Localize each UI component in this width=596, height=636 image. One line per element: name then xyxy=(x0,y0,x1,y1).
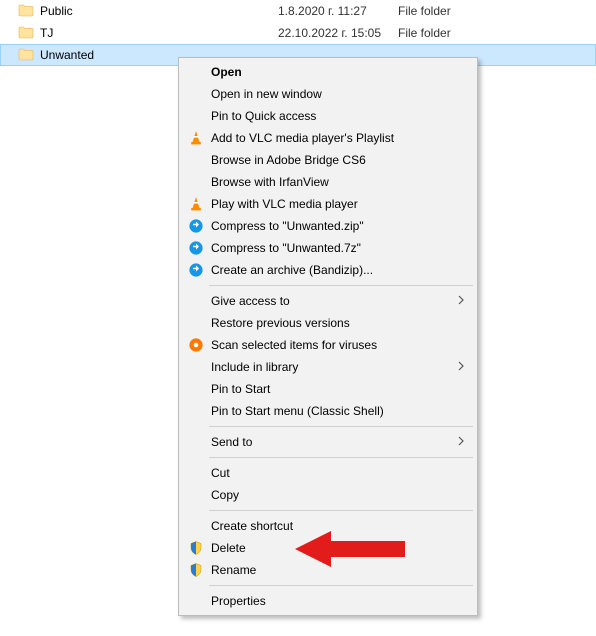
menu-item-properties[interactable]: Properties xyxy=(181,590,475,612)
menu-item-add-to-vlc-media-player-s-playlist[interactable]: Add to VLC media player's Playlist xyxy=(181,127,475,149)
avast-icon xyxy=(187,336,205,354)
file-name: Unwanted xyxy=(40,48,94,62)
menu-item-label: Create an archive (Bandizip)... xyxy=(211,263,453,277)
menu-separator xyxy=(209,426,473,427)
menu-item-play-with-vlc-media-player[interactable]: Play with VLC media player xyxy=(181,193,475,215)
menu-item-pin-to-quick-access[interactable]: Pin to Quick access xyxy=(181,105,475,127)
menu-item-label: Rename xyxy=(211,563,453,577)
bandizip-icon xyxy=(187,239,205,257)
blank-icon xyxy=(187,486,205,504)
context-menu: Open Open in new window Pin to Quick acces… xyxy=(178,57,478,616)
menu-item-label: Pin to Start xyxy=(211,382,453,396)
shield-icon xyxy=(187,539,205,557)
menu-item-label: Copy xyxy=(211,488,453,502)
menu-item-include-in-library[interactable]: Include in library xyxy=(181,356,475,378)
menu-item-label: Include in library xyxy=(211,360,453,374)
menu-item-label: Open in new window xyxy=(211,87,453,101)
menu-separator xyxy=(209,585,473,586)
file-type: File folder xyxy=(398,4,518,18)
menu-item-label: Browse in Adobe Bridge CS6 xyxy=(211,153,453,167)
menu-separator xyxy=(209,457,473,458)
file-row[interactable]: TJ 22.10.2022 г. 15:05File folder xyxy=(0,22,596,44)
blank-icon xyxy=(187,358,205,376)
blank-icon xyxy=(187,517,205,535)
blank-icon xyxy=(187,433,205,451)
file-name: Public xyxy=(40,4,73,18)
file-name: TJ xyxy=(40,26,53,40)
menu-item-label: Add to VLC media player's Playlist xyxy=(211,131,453,145)
menu-item-label: Pin to Start menu (Classic Shell) xyxy=(211,404,453,418)
chevron-right-icon xyxy=(453,295,475,308)
menu-item-rename[interactable]: Rename xyxy=(181,559,475,581)
menu-separator xyxy=(209,510,473,511)
menu-item-label: Restore previous versions xyxy=(211,316,453,330)
menu-item-copy[interactable]: Copy xyxy=(181,484,475,506)
menu-item-label: Scan selected items for viruses xyxy=(211,338,453,352)
menu-item-create-an-archive-bandizip[interactable]: Create an archive (Bandizip)... xyxy=(181,259,475,281)
menu-item-open[interactable]: Open xyxy=(181,61,475,83)
menu-item-label: Open xyxy=(211,65,453,79)
menu-item-label: Compress to "Unwanted.7z" xyxy=(211,241,453,255)
menu-item-create-shortcut[interactable]: Create shortcut xyxy=(181,515,475,537)
bandizip-icon xyxy=(187,217,205,235)
menu-item-restore-previous-versions[interactable]: Restore previous versions xyxy=(181,312,475,334)
menu-item-browse-in-adobe-bridge-cs6[interactable]: Browse in Adobe Bridge CS6 xyxy=(181,149,475,171)
shield-icon xyxy=(187,561,205,579)
menu-item-compress-to-unwanted-7z[interactable]: Compress to "Unwanted.7z" xyxy=(181,237,475,259)
menu-item-label: Send to xyxy=(211,435,453,449)
menu-item-label: Browse with IrfanView xyxy=(211,175,453,189)
vlc-icon xyxy=(187,129,205,147)
file-row[interactable]: Public 1.8.2020 г. 11:27File folder xyxy=(0,0,596,22)
blank-icon xyxy=(187,107,205,125)
menu-item-compress-to-unwanted-zip[interactable]: Compress to "Unwanted.zip" xyxy=(181,215,475,237)
menu-item-open-in-new-window[interactable]: Open in new window xyxy=(181,83,475,105)
file-type: File folder xyxy=(398,26,518,40)
folder-icon xyxy=(18,3,34,19)
chevron-right-icon xyxy=(453,361,475,374)
file-date: 22.10.2022 г. 15:05 xyxy=(278,26,398,40)
menu-item-label: Cut xyxy=(211,466,453,480)
menu-item-pin-to-start[interactable]: Pin to Start xyxy=(181,378,475,400)
menu-item-cut[interactable]: Cut xyxy=(181,462,475,484)
blank-icon xyxy=(187,85,205,103)
menu-item-browse-with-irfanview[interactable]: Browse with IrfanView xyxy=(181,171,475,193)
blank-icon xyxy=(187,592,205,610)
menu-item-label: Play with VLC media player xyxy=(211,197,453,211)
blank-icon xyxy=(187,292,205,310)
menu-item-send-to[interactable]: Send to xyxy=(181,431,475,453)
blank-icon xyxy=(187,380,205,398)
bandizip-icon xyxy=(187,261,205,279)
blank-icon xyxy=(187,402,205,420)
menu-item-label: Pin to Quick access xyxy=(211,109,453,123)
menu-item-delete[interactable]: Delete xyxy=(181,537,475,559)
menu-separator xyxy=(209,285,473,286)
file-date: 1.8.2020 г. 11:27 xyxy=(278,4,398,18)
blank-icon xyxy=(187,314,205,332)
folder-icon xyxy=(18,47,34,63)
blank-icon xyxy=(187,63,205,81)
menu-item-label: Delete xyxy=(211,541,453,555)
menu-item-pin-to-start-menu-classic-shell[interactable]: Pin to Start menu (Classic Shell) xyxy=(181,400,475,422)
blank-icon xyxy=(187,464,205,482)
menu-item-label: Create shortcut xyxy=(211,519,453,533)
menu-item-give-access-to[interactable]: Give access to xyxy=(181,290,475,312)
folder-icon xyxy=(18,25,34,41)
vlc-icon xyxy=(187,195,205,213)
chevron-right-icon xyxy=(453,436,475,449)
menu-item-label: Give access to xyxy=(211,294,453,308)
blank-icon xyxy=(187,151,205,169)
menu-item-label: Properties xyxy=(211,594,453,608)
blank-icon xyxy=(187,173,205,191)
menu-item-scan-selected-items-for-viruses[interactable]: Scan selected items for viruses xyxy=(181,334,475,356)
menu-item-label: Compress to "Unwanted.zip" xyxy=(211,219,453,233)
